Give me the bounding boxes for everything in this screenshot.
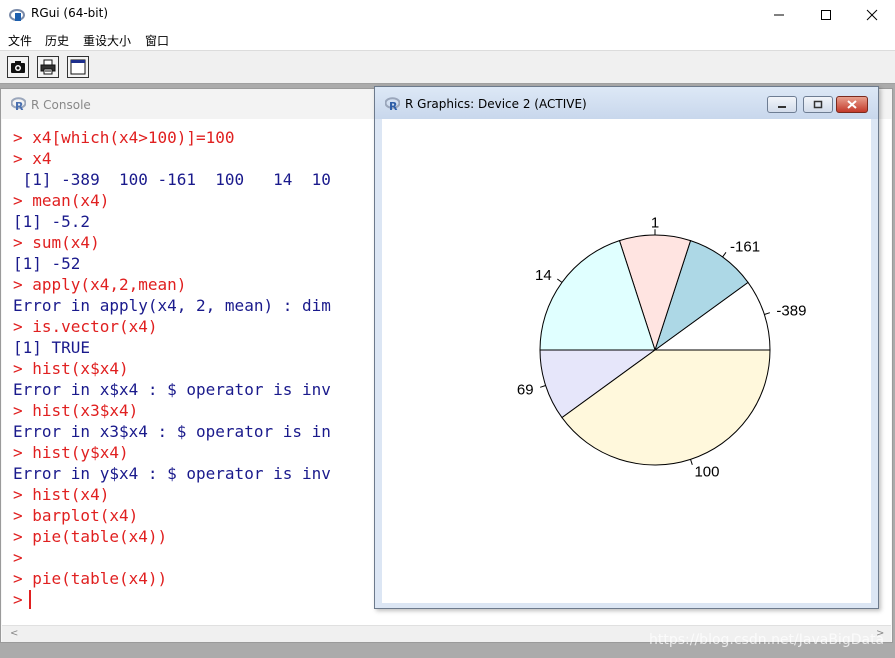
console-title: R Console [31,98,91,112]
close-button[interactable] [849,0,895,30]
console-input-line: > sum(x4) [13,232,331,253]
camera-icon [11,61,25,73]
window-icon [70,59,86,75]
console-output-line: [1] -5.2 [13,211,331,232]
console-line-text: > barplot(x4) [13,506,139,525]
console-output-line: [1] -52 [13,253,331,274]
console-input-line: > apply(x4,2,mean) [13,274,331,295]
console-output-line: Error in x3$x4 : $ operator is in [13,421,331,442]
console-output-line: Error in apply(x4, 2, mean) : dim [13,295,331,316]
printer-icon [40,59,56,75]
pie-label-tick [540,385,546,388]
console-output-line: Error in x$x4 : $ operator is inv [13,379,331,400]
console-input-line: > hist(x3$x4) [13,400,331,421]
pie-label-tick [557,278,563,283]
console-input-line: > pie(table(x4)) [13,526,331,547]
console-input-line: > x4[which(x4>100)]=100 [13,127,331,148]
console-input-line: > is.vector(x4) [13,316,331,337]
graphics-close-button[interactable] [836,96,868,113]
copy-to-clipboard-button[interactable] [7,56,29,78]
watermark: https://blog.csdn.net/JavaBigData [649,632,885,648]
window-title: RGui (64-bit) [31,6,109,20]
console-input-line: > mean(x4) [13,190,331,211]
console-line-text: > hist(x$x4) [13,359,129,378]
graphics-restore-button[interactable] [803,96,833,113]
console-line-text: > apply(x4,2,mean) [13,275,187,294]
toolbar [0,50,895,84]
text-cursor [28,590,31,609]
pie-slice-label: -161 [730,239,760,256]
pie-slice-label: -389 [776,303,806,320]
console-line-text: > sum(x4) [13,233,100,252]
console-output-line: Error in y$x4 : $ operator is inv [13,463,331,484]
graphics-minimize-button[interactable] [767,96,797,113]
console-output-line: [1] -389 100 -161 100 14 10 [13,169,331,190]
console-line-text: Error in y$x4 : $ operator is inv [13,464,331,483]
console-line-text: Error in apply(x4, 2, mean) : dim [13,296,331,315]
console-line-text: > pie(table(x4)) [13,569,168,588]
console-line-text: [1] -52 [13,254,81,273]
pie-label-tick [764,312,770,315]
menu-window[interactable]: 窗口 [145,32,169,49]
close-icon [847,100,857,109]
menu-bar: 文件 历史 重设大小 窗口 [0,30,895,50]
console-input-line: > hist(x4) [13,484,331,505]
console-window-button[interactable] [67,56,89,78]
close-icon [866,9,878,21]
console-input-line: > [13,547,331,568]
r-logo-icon: R [385,97,400,111]
console-line-text: > hist(x3$x4) [13,401,139,420]
console-line-text: Error in x$x4 : $ operator is inv [13,380,331,399]
graphics-title: R Graphics: Device 2 (ACTIVE) [405,97,587,111]
pie-label-tick [690,459,693,465]
r-logo-icon: R [11,97,26,111]
console-input-line: > hist(y$x4) [13,442,331,463]
console-input-line: > pie(table(x4)) [13,568,331,589]
console-line-text: > pie(table(x4)) [13,527,168,546]
restore-icon [813,100,823,109]
svg-text:R: R [389,100,398,111]
rgui-app-icon [9,9,25,21]
console-line-text: > mean(x4) [13,191,110,210]
maximize-button[interactable] [803,0,849,30]
console-line-text: [1] -5.2 [13,212,91,231]
console-line-text: [1] TRUE [13,338,91,357]
console-output-line: [1] TRUE [13,337,331,358]
print-button[interactable] [37,56,59,78]
console-input-line: > x4 [13,148,331,169]
minimize-icon [774,14,784,16]
minimize-icon [778,105,786,108]
maximize-icon [821,10,831,20]
pie-slice-label: 69 [517,381,534,398]
pie-slice-label: 100 [694,463,719,480]
graphics-title-bar[interactable]: R R Graphics: Device 2 (ACTIVE) [375,87,878,119]
menu-resize[interactable]: 重设大小 [83,32,131,49]
minimize-button[interactable] [756,0,802,30]
pie-slice-label: 1 [651,214,659,231]
console-line-text: > [13,548,23,567]
console-line-text: [1] -389 100 -161 100 14 10 [13,170,331,189]
pie-slice-label: 14 [535,267,552,284]
pie-chart: -389 -161 1 14 69 100 [382,119,871,603]
console-line-text: > hist(y$x4) [13,443,129,462]
console-line-text: > hist(x4) [13,485,110,504]
console-lines: > x4[which(x4>100)]=100 > x4 [1] -389 100… [13,127,331,610]
console-input-line: > hist(x$x4) [13,358,331,379]
console-line-text: > x4 [13,149,52,168]
console-line-text: > [13,590,23,609]
console-line-text: Error in x3$x4 : $ operator is in [13,422,331,441]
title-bar: RGui (64-bit) [0,0,895,30]
svg-text:R: R [15,100,24,111]
menu-history[interactable]: 历史 [45,32,69,49]
console-input-line: > [13,589,331,610]
menu-file[interactable]: 文件 [8,32,32,49]
console-input-line: > barplot(x4) [13,505,331,526]
scroll-left-arrow-icon[interactable]: < [10,628,18,639]
console-line-text: > x4[which(x4>100)]=100 [13,128,235,147]
console-line-text: > is.vector(x4) [13,317,158,336]
graphics-window[interactable]: R R Graphics: Device 2 (ACTIVE) -389 -161… [374,86,879,609]
pie-label-tick [722,252,727,258]
